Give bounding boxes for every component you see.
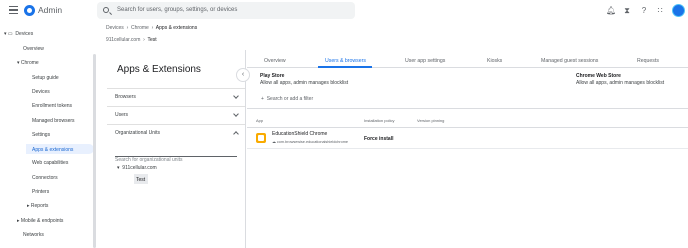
- hourglass-icon[interactable]: ⧗: [623, 6, 631, 15]
- sidebar-item-managed-browsers[interactable]: Managed browsers: [32, 118, 75, 124]
- sidebar-item-web-capabilities[interactable]: Web capabilities: [32, 160, 68, 166]
- breadcrumb-devices[interactable]: Devices: [106, 25, 124, 31]
- filter-bar[interactable]: + Search or add a filter: [261, 96, 313, 102]
- collapse-panel-button[interactable]: ‹: [236, 68, 250, 82]
- sidebar-item-label: Reports: [30, 203, 49, 209]
- extension-icon: [256, 133, 266, 143]
- section-users[interactable]: Users: [107, 106, 245, 123]
- help-icon[interactable]: ?: [640, 6, 648, 15]
- play-store-title[interactable]: Play Store: [260, 73, 284, 79]
- sidebar-item-overview[interactable]: Overview: [23, 46, 44, 52]
- sidebar-item-mobile-endpoints[interactable]: ▸ Mobile & endpoints: [17, 218, 63, 224]
- tab-requests[interactable]: Requests: [637, 58, 659, 64]
- section-label: Browsers: [115, 94, 136, 100]
- search-placeholder: Search for users, groups, settings, or d…: [117, 6, 238, 13]
- breadcrumb-separator-icon: ›: [125, 25, 130, 31]
- tab-managed-guest-sessions[interactable]: Managed guest sessions: [541, 58, 598, 64]
- sidebar-item-networks[interactable]: Networks: [23, 232, 44, 238]
- chevron-down-icon: [233, 93, 239, 99]
- chevron-down-icon[interactable]: ▾: [117, 165, 120, 171]
- tab-indicator: [318, 66, 372, 68]
- sidebar-item-label: Chrome: [20, 60, 39, 66]
- chevron-up-icon: [233, 131, 239, 137]
- ou-breadcrumb-current: Test: [147, 37, 157, 43]
- app-title: Admin: [38, 5, 63, 15]
- ou-tree-root-label: 911cellular.com: [122, 165, 157, 171]
- breadcrumb-separator-icon: ›: [141, 37, 147, 43]
- play-store-setting[interactable]: Allow all apps, admin manages blocklist: [260, 80, 348, 86]
- breadcrumb: Devices › Chrome › Apps & extensions: [106, 25, 197, 31]
- divider: [247, 108, 688, 109]
- search-icon: [103, 7, 109, 13]
- sidebar-item-setup-guide[interactable]: Setup guide: [32, 75, 59, 81]
- bell-icon[interactable]: 🔔︎: [606, 6, 616, 15]
- ou-tree-root[interactable]: ▾ 911cellular.com: [117, 165, 157, 171]
- section-label: Organizational Units: [115, 130, 161, 136]
- chevron-down-icon: [233, 111, 239, 117]
- app-name[interactable]: EducationShield Chrome: [272, 131, 327, 137]
- sidebar-item-label: Mobile & endpoints: [20, 218, 64, 224]
- top-bar: Admin Search for users, groups, settings…: [0, 0, 688, 22]
- sidebar-item-reports[interactable]: ▸ Reports: [27, 203, 48, 209]
- column-header-version-pinning[interactable]: Version pinning: [417, 118, 444, 123]
- sidebar-item-apps-extensions[interactable]: Apps & extensions: [26, 144, 94, 154]
- tab-overview[interactable]: Overview: [264, 58, 286, 64]
- sidebar-item-connectors[interactable]: Connectors: [32, 175, 58, 181]
- ou-breadcrumb-root[interactable]: 911cellular.com: [106, 37, 140, 43]
- filter-label: Search or add a filter: [266, 96, 314, 102]
- avatar[interactable]: [672, 4, 685, 17]
- sidebar-item-label: Devices: [15, 31, 34, 37]
- sidebar-item-chrome-devices[interactable]: Devices: [32, 89, 50, 95]
- breadcrumb-separator-icon: ›: [150, 25, 155, 31]
- tab-bar: Overview Users & browsers User app setti…: [247, 53, 688, 68]
- column-header-app[interactable]: App: [256, 118, 263, 123]
- app-id-text: com.browsewise.educationalshieldchrome: [276, 140, 348, 144]
- ou-panel: Apps & Extensions Browsers Users Organiz…: [107, 50, 246, 248]
- tab-kiosks[interactable]: Kiosks: [487, 58, 502, 64]
- breadcrumb-chrome[interactable]: Chrome: [131, 25, 149, 31]
- ou-search-input[interactable]: Search for organizational units: [115, 148, 237, 163]
- chevron-left-icon: ‹: [241, 71, 245, 78]
- menu-icon[interactable]: [9, 6, 18, 14]
- sidebar-item-printers[interactable]: Printers: [32, 189, 49, 195]
- installation-policy-value[interactable]: Force install: [364, 136, 393, 142]
- sidebar-item-chrome[interactable]: ▾ Chrome: [17, 60, 39, 66]
- plus-icon: +: [261, 96, 264, 102]
- sidebar-item-settings[interactable]: Settings: [32, 132, 50, 138]
- section-organizational-units[interactable]: Organizational Units: [107, 124, 245, 141]
- admin-logo-icon: [24, 5, 35, 16]
- chrome-web-store-title[interactable]: Chrome Web Store: [576, 73, 621, 79]
- sidebar-item-devices[interactable]: ▾ ▭ Devices: [4, 31, 33, 37]
- panel-title: Apps & Extensions: [117, 64, 201, 75]
- tab-users-browsers[interactable]: Users & browsers: [325, 58, 366, 64]
- section-label: Users: [115, 112, 129, 118]
- ou-tree-child-test[interactable]: Test: [134, 174, 148, 184]
- ou-search-placeholder: Search for organizational units: [115, 157, 183, 163]
- breadcrumb-current: Apps & extensions: [155, 25, 198, 31]
- apps-icon[interactable]: ∷: [656, 6, 664, 15]
- device-icon: ▭: [7, 31, 13, 37]
- sidebar-scrollbar[interactable]: [93, 54, 96, 248]
- sidebar-item-enrollment-tokens[interactable]: Enrollment tokens: [32, 103, 72, 109]
- column-header-installation-policy[interactable]: Installation policy: [364, 118, 394, 123]
- app-id: ☁ com.browsewise.educationalshieldchrome: [272, 139, 348, 144]
- chrome-web-store-setting[interactable]: Allow all apps, admin manages blocklist: [576, 80, 664, 86]
- search-input[interactable]: Search for users, groups, settings, or d…: [97, 2, 355, 19]
- ou-breadcrumb: 911cellular.com › Test: [106, 37, 157, 43]
- cloud-icon: ☁: [272, 140, 276, 144]
- tab-user-app-settings[interactable]: User app settings: [405, 58, 445, 64]
- section-browsers[interactable]: Browsers: [107, 88, 245, 105]
